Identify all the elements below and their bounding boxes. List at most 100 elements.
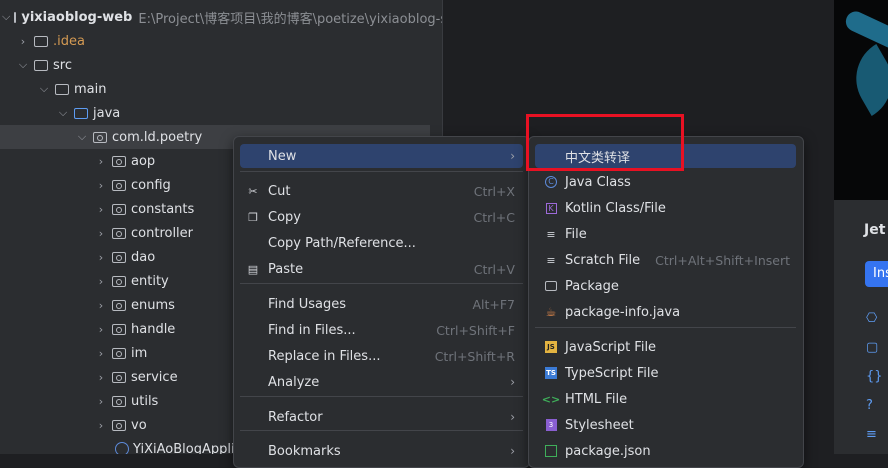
- chevron-right-icon[interactable]: ›: [94, 251, 108, 264]
- tree-label: aop: [131, 153, 156, 169]
- menu-item-find-usages[interactable]: Find Usages Alt+F7: [240, 292, 523, 316]
- tree-label: main: [74, 81, 107, 97]
- menu-separator: [240, 283, 523, 284]
- scissors-icon: ✂: [248, 184, 258, 198]
- submenu-item-package-json[interactable]: package.json: [535, 439, 796, 463]
- tree-item-java[interactable]: ⌵ java: [0, 101, 442, 125]
- submenu-item-label: package.json: [565, 443, 651, 459]
- menu-item-analyze[interactable]: Analyze ›: [240, 370, 523, 394]
- menu-item-refactor[interactable]: Refactor ›: [240, 405, 523, 429]
- paste-icon: ▤: [247, 262, 259, 276]
- chevron-down-icon[interactable]: ⌵: [56, 106, 70, 120]
- java-class-icon: [115, 442, 129, 454]
- list-icon[interactable]: ≡: [866, 427, 877, 442]
- annotation-highlight-box: [526, 114, 684, 171]
- package-icon: [112, 299, 126, 311]
- submenu-item-label: TypeScript File: [565, 365, 659, 381]
- menu-item-label: Paste: [268, 261, 304, 277]
- braces-icon[interactable]: {}: [866, 369, 883, 384]
- tree-label: enums: [131, 297, 175, 313]
- submenu-item-shortcut: Ctrl+Alt+Shift+Insert: [655, 252, 790, 268]
- submenu-item-file[interactable]: ≡ File: [535, 222, 796, 246]
- copy-icon: ❐: [248, 210, 258, 224]
- menu-item-shortcut: Ctrl+C: [473, 209, 515, 225]
- submenu-item-javascript-file[interactable]: JS JavaScript File: [535, 335, 796, 359]
- chevron-down-icon[interactable]: ⌵: [37, 82, 51, 96]
- tree-item-idea[interactable]: › .idea: [0, 29, 442, 53]
- chevron-right-icon[interactable]: ›: [94, 179, 108, 192]
- chevron-right-icon[interactable]: ›: [94, 323, 108, 336]
- chevron-down-icon[interactable]: ⌵: [75, 130, 89, 144]
- menu-item-paste[interactable]: ▤ Paste Ctrl+V: [240, 257, 523, 281]
- chevron-right-icon[interactable]: ›: [94, 395, 108, 408]
- chevron-right-icon[interactable]: ›: [94, 203, 108, 216]
- submenu-item-java-class[interactable]: C Java Class: [535, 170, 796, 194]
- submenu-item-typescript-file[interactable]: TS TypeScript File: [535, 361, 796, 385]
- submenu-item-package-info-java[interactable]: ☕ package-info.java: [535, 300, 796, 324]
- root-name: yixiaoblog-web: [21, 9, 133, 25]
- submenu-item-kotlin-class-file[interactable]: K Kotlin Class/File: [535, 196, 796, 220]
- tree-label: dao: [131, 249, 156, 265]
- submenu-item-package[interactable]: Package: [535, 274, 796, 298]
- new-submenu: 中文类转译 C Java Class K Kotlin Class/File ≡ File ≡…: [528, 136, 804, 468]
- network-icon[interactable]: ⎔: [866, 311, 877, 326]
- chevron-right-icon[interactable]: ›: [94, 347, 108, 360]
- kotlin-icon: K: [544, 201, 558, 215]
- tree-root-row[interactable]: ⌵ yixiaoblog-web E:\Project\博客项目\我的博客\po…: [0, 5, 442, 29]
- javascript-icon: JS: [544, 340, 558, 354]
- chevron-right-icon[interactable]: ›: [94, 371, 108, 384]
- menu-item-label: Analyze: [268, 374, 320, 390]
- package-icon: [112, 251, 126, 263]
- submenu-item-label: Package: [565, 278, 619, 294]
- menu-item-cut[interactable]: ✂ Cut Ctrl+X: [240, 179, 523, 203]
- chevron-right-icon[interactable]: ›: [94, 419, 108, 432]
- menu-item-label: Bookmarks: [268, 443, 341, 459]
- chevron-down-icon[interactable]: ⌵: [16, 58, 30, 72]
- tree-label: YiXiAoBlogApplic: [133, 441, 242, 455]
- submenu-item-scratch-file[interactable]: ≡ Scratch File Ctrl+Alt+Shift+Insert: [535, 248, 796, 272]
- source-folder-icon: [74, 107, 88, 119]
- panel-title: Jet: [864, 222, 886, 238]
- tree-item-main[interactable]: ⌵ main: [0, 77, 442, 101]
- package-icon: [112, 347, 126, 359]
- menu-item-bookmarks[interactable]: Bookmarks ›: [240, 439, 523, 463]
- menu-item-label: Cut: [268, 183, 291, 199]
- submenu-item-stylesheet[interactable]: 3 Stylesheet: [535, 413, 796, 437]
- package-icon: [112, 395, 126, 407]
- submenu-item-label: Kotlin Class/File: [565, 200, 666, 216]
- chevron-right-icon[interactable]: ›: [94, 299, 108, 312]
- chevron-right-icon[interactable]: ›: [16, 35, 30, 48]
- tree-label: entity: [131, 273, 169, 289]
- submenu-item-html-file[interactable]: <> HTML File: [535, 387, 796, 411]
- chevron-down-icon[interactable]: ⌵: [2, 10, 10, 24]
- menu-item-label: Replace in Files...: [268, 348, 381, 364]
- tree-label: config: [131, 177, 171, 193]
- tree-label: utils: [131, 393, 159, 409]
- menu-item-new[interactable]: New ›: [240, 144, 523, 168]
- menu-item-copy-path-reference[interactable]: Copy Path/Reference...: [240, 231, 523, 255]
- install-button[interactable]: Ins: [865, 261, 888, 287]
- chevron-right-icon: ›: [510, 375, 515, 389]
- menu-item-find-in-files[interactable]: Find in Files... Ctrl+Shift+F: [240, 318, 523, 342]
- html-icon: <>: [541, 392, 561, 406]
- tree-label: controller: [131, 225, 194, 241]
- menu-item-copy[interactable]: ❐ Copy Ctrl+C: [240, 205, 523, 229]
- package-icon: [112, 371, 126, 383]
- tree-item-src[interactable]: ⌵ src: [0, 53, 442, 77]
- help-icon[interactable]: ?: [866, 398, 873, 413]
- menu-item-shortcut: Ctrl+Shift+R: [434, 348, 515, 364]
- chevron-right-icon[interactable]: ›: [94, 155, 108, 168]
- folder-icon: [14, 11, 17, 23]
- chat-icon[interactable]: ▢: [866, 340, 878, 355]
- package-icon: [112, 419, 126, 431]
- menu-item-replace-in-files[interactable]: Replace in Files... Ctrl+Shift+R: [240, 344, 523, 368]
- menu-item-label: New: [268, 148, 297, 164]
- tree-label: constants: [131, 201, 195, 217]
- menu-item-label: Copy: [268, 209, 301, 225]
- menu-item-shortcut: Ctrl+Shift+F: [436, 322, 515, 338]
- chevron-right-icon: ›: [510, 149, 515, 163]
- chevron-right-icon: ›: [510, 410, 515, 424]
- chevron-right-icon[interactable]: ›: [94, 227, 108, 240]
- chevron-right-icon[interactable]: ›: [94, 275, 108, 288]
- submenu-item-label: JavaScript File: [565, 339, 657, 355]
